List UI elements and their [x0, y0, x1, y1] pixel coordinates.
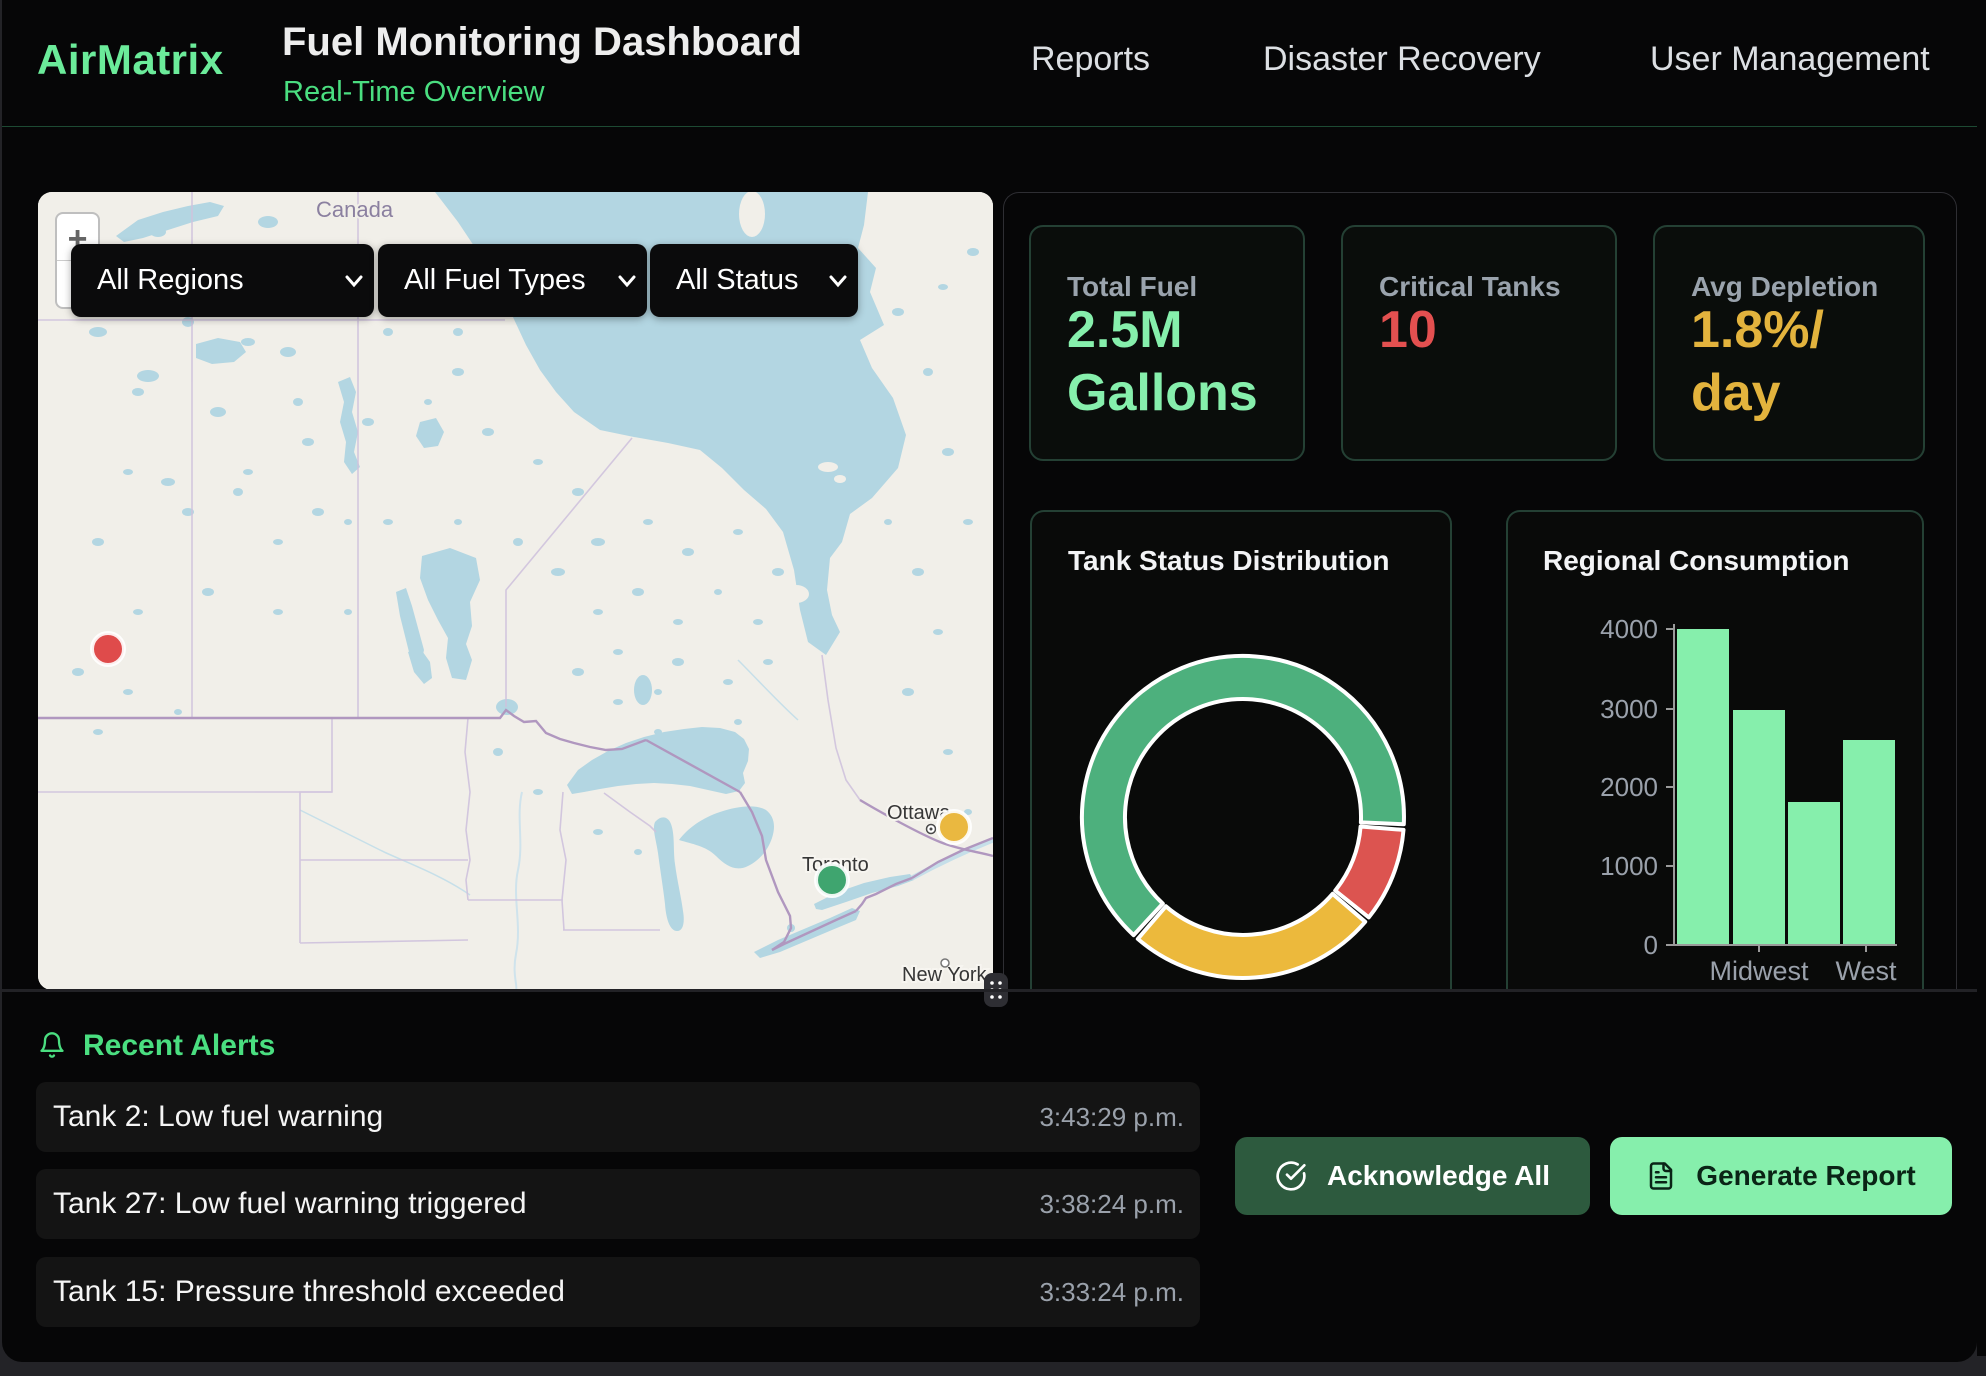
svg-text:West: West — [1835, 956, 1897, 986]
svg-text:2000: 2000 — [1600, 772, 1658, 802]
svg-text:4000: 4000 — [1600, 614, 1658, 644]
svg-text:Midwest: Midwest — [1709, 956, 1809, 986]
svg-text:1000: 1000 — [1600, 851, 1658, 881]
svg-text:Canada: Canada — [316, 197, 394, 222]
svg-text:3000: 3000 — [1600, 694, 1658, 724]
svg-text:0: 0 — [1644, 930, 1658, 960]
